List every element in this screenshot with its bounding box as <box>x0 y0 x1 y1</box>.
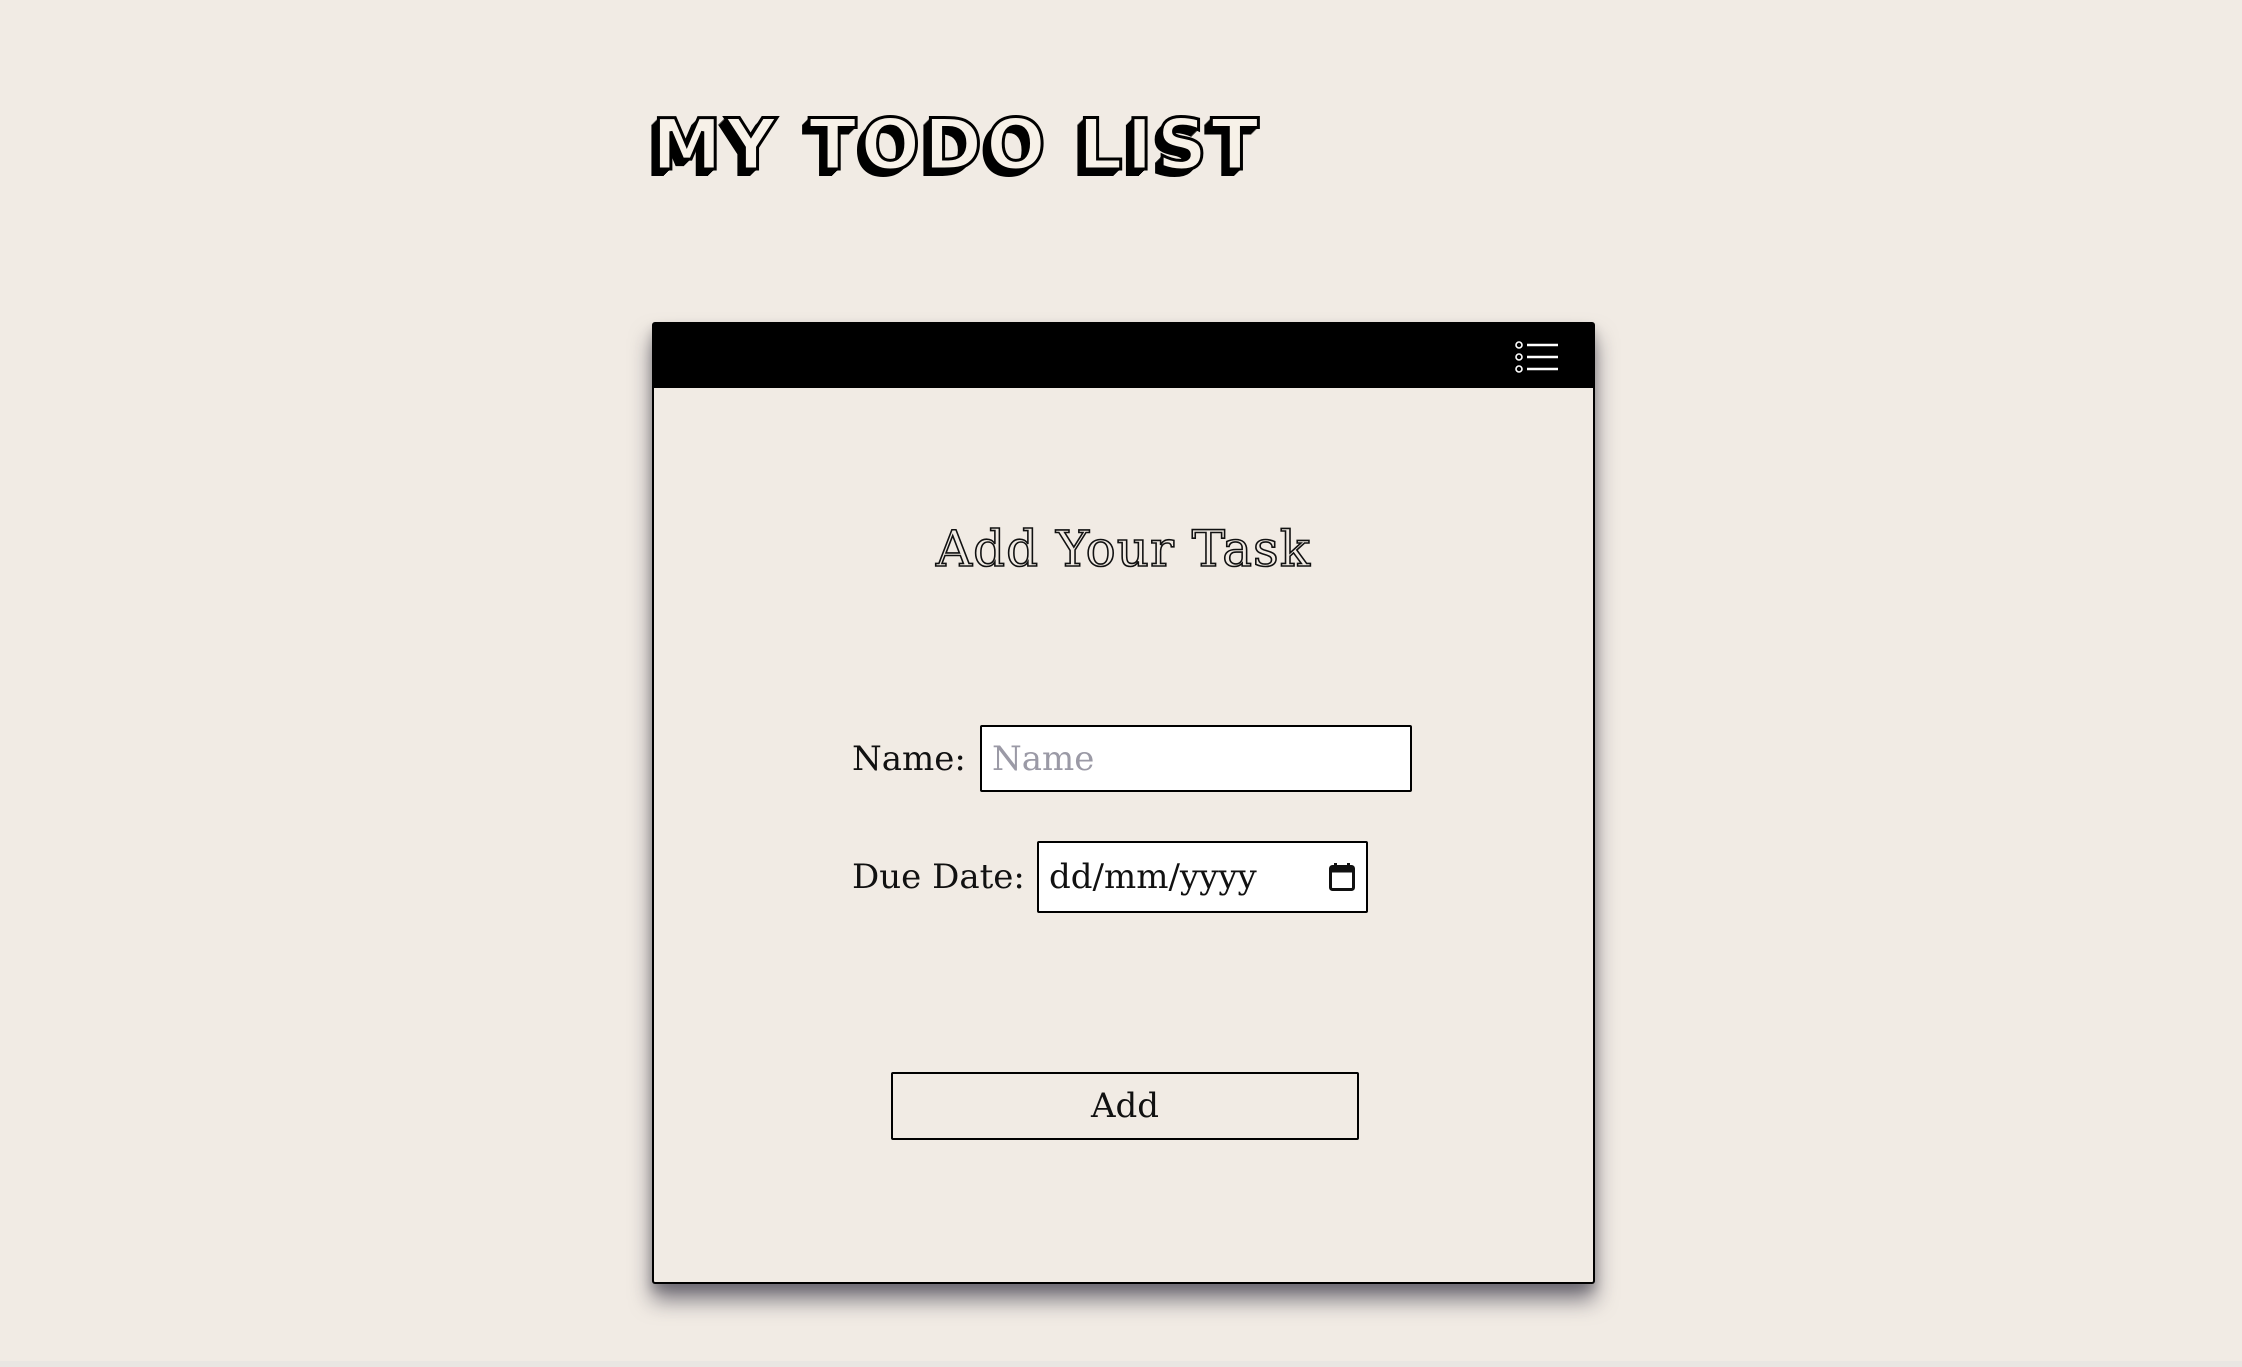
card-header-bar <box>654 324 1593 388</box>
bottom-edge <box>0 1361 2242 1367</box>
add-task-card: Add Your Task Name: Due Date: dd/mm/yyyy… <box>652 322 1595 1284</box>
name-input[interactable] <box>980 725 1412 792</box>
form-title: Add Your Task <box>935 519 1311 579</box>
due-date-value: dd/mm/yyyy <box>1049 857 1257 897</box>
due-date-label: Due Date: <box>852 857 1025 897</box>
name-label: Name: <box>852 739 966 779</box>
due-date-input[interactable]: dd/mm/yyyy <box>1037 841 1368 913</box>
add-button[interactable]: Add <box>891 1072 1359 1140</box>
calendar-icon[interactable] <box>1328 862 1356 892</box>
page-title: MY TODO LIST <box>651 104 1263 186</box>
list-menu-icon[interactable] <box>1515 340 1559 374</box>
